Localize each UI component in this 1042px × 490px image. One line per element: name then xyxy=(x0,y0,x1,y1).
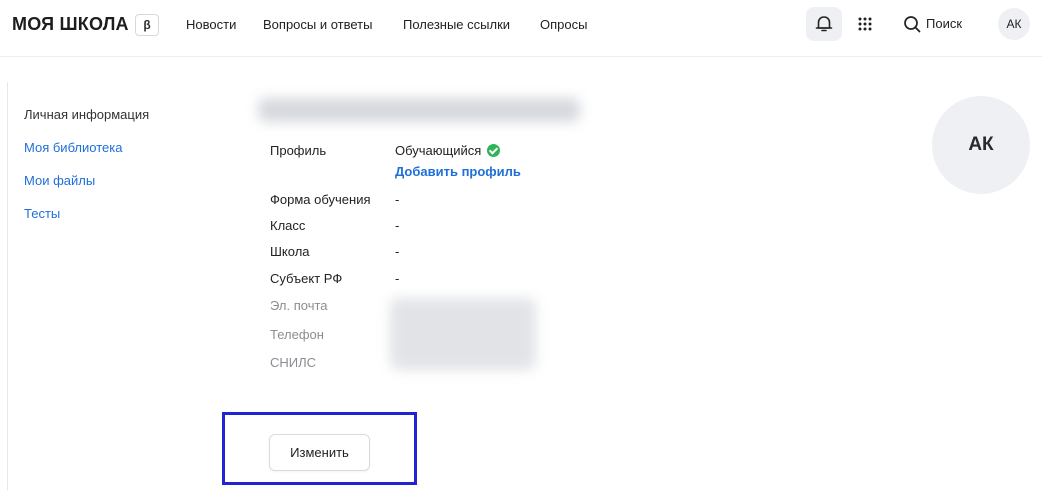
search-label: Поиск xyxy=(926,16,963,31)
private-values-redacted xyxy=(390,298,536,370)
profile-role-text: Обучающийся xyxy=(395,143,482,158)
sidebar-item-tests[interactable]: Тесты xyxy=(24,205,60,223)
field-value-school: - xyxy=(395,244,400,259)
profile-avatar: АК xyxy=(932,96,1030,194)
field-value-study-form: - xyxy=(395,192,400,207)
field-label-email: Эл. почта xyxy=(270,298,328,313)
field-label-profile: Профиль xyxy=(270,143,327,158)
edit-button[interactable]: Изменить xyxy=(269,434,370,471)
field-value-region: - xyxy=(395,271,400,286)
notifications-button[interactable] xyxy=(806,7,842,41)
field-label-phone: Телефон xyxy=(270,327,324,342)
sidebar-item-my-library[interactable]: Моя библиотека xyxy=(24,139,122,157)
field-label-study-form: Форма обучения xyxy=(270,192,371,207)
check-circle-icon xyxy=(487,144,501,157)
field-label-school: Школа xyxy=(270,244,310,259)
nav-link-useful-links[interactable]: Полезные ссылки xyxy=(403,16,510,34)
apps-menu-button[interactable] xyxy=(850,8,880,40)
site-logo[interactable]: МОЯ ШКОЛА xyxy=(12,12,129,36)
header-avatar[interactable]: АК xyxy=(998,8,1030,40)
nav-link-faq[interactable]: Вопросы и ответы xyxy=(263,16,372,34)
add-profile-link[interactable]: Добавить профиль xyxy=(395,163,521,181)
sidebar-item-personal-info[interactable]: Личная информация xyxy=(24,106,149,124)
search-button[interactable]: Поиск xyxy=(898,8,978,40)
field-label-class: Класс xyxy=(270,218,306,233)
nav-link-news[interactable]: Новости xyxy=(186,16,236,34)
sidebar-divider xyxy=(7,82,8,490)
field-label-snils: СНИЛС xyxy=(270,355,317,370)
field-label-region: Субъект РФ xyxy=(270,271,343,286)
top-header: МОЯ ШКОЛА β Новости Вопросы и ответы Пол… xyxy=(0,0,1042,57)
search-icon xyxy=(904,16,921,33)
field-value-profile: Обучающийся xyxy=(395,142,501,160)
user-name-redacted xyxy=(258,98,580,122)
bell-icon xyxy=(815,16,833,32)
apps-grid-icon xyxy=(858,17,872,31)
field-value-class: - xyxy=(395,218,400,233)
sidebar-item-my-files[interactable]: Мои файлы xyxy=(24,172,95,190)
beta-badge: β xyxy=(135,14,159,36)
nav-link-polls[interactable]: Опросы xyxy=(540,16,587,34)
